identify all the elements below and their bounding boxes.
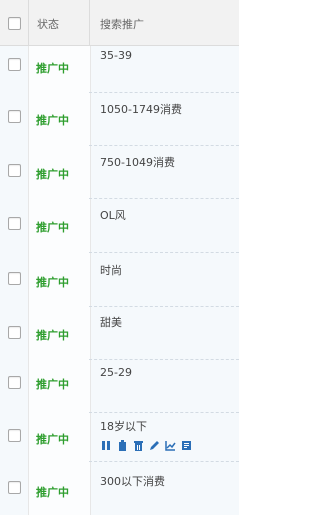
row-checkbox[interactable] bbox=[8, 481, 21, 494]
keyword-text[interactable]: 18岁以下 bbox=[100, 418, 147, 434]
row-checkbox[interactable] bbox=[8, 110, 21, 123]
status-text: 推广中 bbox=[36, 62, 69, 75]
header-divider bbox=[28, 0, 29, 45]
keyword-text[interactable]: OL风 bbox=[100, 207, 126, 223]
row-checkbox[interactable] bbox=[8, 58, 21, 71]
status-text: 推广中 bbox=[36, 114, 69, 127]
keyword-text[interactable]: 750-1049消费 bbox=[100, 154, 175, 170]
keyword-text[interactable]: 时尚 bbox=[100, 262, 122, 278]
keyword-column-header: 搜索推广 bbox=[100, 18, 144, 31]
table-row: 推广中 25-29 bbox=[0, 359, 239, 412]
report-icon[interactable] bbox=[180, 439, 192, 451]
row-actions bbox=[100, 439, 192, 451]
status-text: 推广中 bbox=[36, 276, 69, 289]
table-row: 推广中 甜美 bbox=[0, 306, 239, 359]
promotion-table: 状态 搜索推广 推广中 35-39 推广中 1050-1749消费 推广中 75… bbox=[0, 0, 239, 515]
pause-icon[interactable] bbox=[100, 439, 112, 451]
keyword-text[interactable]: 1050-1749消费 bbox=[100, 101, 182, 117]
keyword-text[interactable]: 甜美 bbox=[100, 314, 122, 330]
table-row: 推广中 750-1049消费 bbox=[0, 145, 239, 198]
table-row: 推广中 时尚 bbox=[0, 252, 239, 306]
status-text: 推广中 bbox=[36, 329, 69, 342]
copy-icon[interactable] bbox=[116, 439, 128, 451]
status-text: 推广中 bbox=[36, 168, 69, 181]
row-checkbox[interactable] bbox=[8, 272, 21, 285]
table-row: 推广中 1050-1749消费 bbox=[0, 92, 239, 145]
row-checkbox[interactable] bbox=[8, 376, 21, 389]
table-row: 推广中 OL风 bbox=[0, 198, 239, 252]
header-divider bbox=[89, 0, 90, 45]
table-row: 推广中 300以下消费 bbox=[0, 461, 239, 515]
table-header: 状态 搜索推广 bbox=[0, 0, 239, 46]
chart-icon[interactable] bbox=[164, 439, 176, 451]
status-column-header: 状态 bbox=[37, 18, 59, 31]
delete-icon[interactable] bbox=[132, 439, 144, 451]
row-checkbox[interactable] bbox=[8, 217, 21, 230]
row-checkbox[interactable] bbox=[8, 164, 21, 177]
status-text: 推广中 bbox=[36, 486, 69, 499]
status-text: 推广中 bbox=[36, 221, 69, 234]
status-text: 推广中 bbox=[36, 378, 69, 391]
table-row: 推广中 18岁以下 bbox=[0, 412, 239, 461]
keyword-text[interactable]: 35-39 bbox=[100, 49, 132, 62]
status-text: 推广中 bbox=[36, 433, 69, 446]
keyword-text[interactable]: 300以下消费 bbox=[100, 473, 165, 489]
row-checkbox[interactable] bbox=[8, 326, 21, 339]
row-checkbox[interactable] bbox=[8, 429, 21, 442]
select-all-checkbox[interactable] bbox=[8, 17, 21, 30]
edit-icon[interactable] bbox=[148, 439, 160, 451]
keyword-text[interactable]: 25-29 bbox=[100, 366, 132, 379]
table-row: 推广中 35-39 bbox=[0, 46, 239, 92]
